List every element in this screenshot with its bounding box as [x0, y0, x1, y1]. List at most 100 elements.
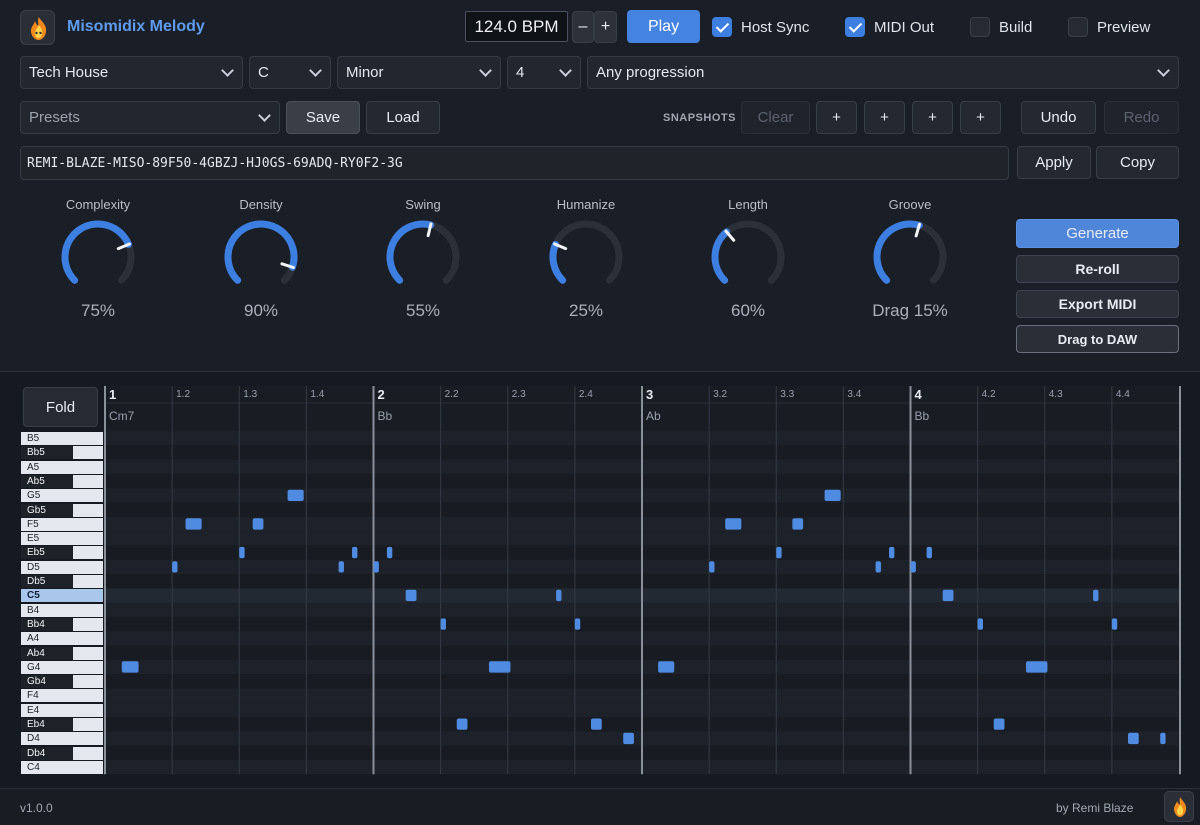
ruler-bar-label: 4 — [914, 387, 922, 402]
piano-key[interactable]: E4 — [21, 703, 103, 717]
piano-key-label: Gb5 — [27, 504, 46, 516]
piano-key[interactable]: Gb4 — [21, 675, 103, 689]
piano-key-label: E4 — [27, 704, 40, 716]
midi-note — [709, 561, 715, 573]
piano-key[interactable]: Eb5 — [21, 546, 103, 560]
piano-key-label: Bb5 — [27, 447, 45, 459]
piano-key[interactable]: Db5 — [21, 575, 103, 588]
piano-key[interactable]: A5 — [21, 460, 103, 474]
midi-note — [252, 518, 264, 530]
midi-note — [942, 589, 954, 602]
ruler-bar-label: 3 — [646, 387, 654, 402]
piano-key-label: Bb4 — [27, 618, 45, 630]
midi-note — [1111, 618, 1118, 630]
midi-note — [590, 718, 602, 730]
piano-key-label: B5 — [27, 433, 40, 444]
piano-key[interactable]: D5 — [21, 560, 103, 574]
midi-note — [172, 561, 178, 573]
piano-key-label: C5 — [27, 590, 40, 602]
ruler-beat-label: 2.2 — [444, 389, 459, 400]
piano-key[interactable]: G4 — [21, 660, 103, 674]
midi-note — [386, 546, 393, 559]
midi-note — [1127, 732, 1139, 745]
ruler-beat-label: 3.4 — [847, 389, 862, 400]
piano-key-label: G5 — [27, 490, 41, 502]
midi-note — [725, 518, 742, 530]
piano-key-label: G4 — [27, 661, 41, 673]
midi-note — [623, 732, 634, 745]
midi-note — [792, 518, 804, 530]
piano-key-label: Eb5 — [27, 547, 45, 559]
piano-key-label: Eb4 — [27, 719, 45, 730]
piano-key[interactable]: F5 — [21, 517, 103, 531]
piano-key[interactable]: C4 — [21, 760, 103, 774]
midi-note — [239, 546, 245, 559]
midi-note — [287, 489, 304, 501]
ruler-beat-label: 3.2 — [713, 389, 728, 400]
chord-label: Bb — [377, 409, 393, 423]
piano-key-label: E5 — [27, 533, 40, 545]
piano-key-label: Ab5 — [27, 475, 45, 487]
midi-note — [488, 661, 511, 673]
piano-roll-grid[interactable] — [0, 0, 1200, 825]
piano-key[interactable]: Bb5 — [21, 446, 103, 460]
midi-note — [574, 618, 581, 630]
ruler-beat-label: 4.4 — [1115, 389, 1130, 400]
ruler-beat-label: 1.3 — [243, 389, 258, 400]
piano-key[interactable]: G5 — [21, 489, 103, 503]
piano-key[interactable]: C5 — [21, 589, 103, 603]
piano-key[interactable]: Bb4 — [21, 617, 103, 631]
piano-key[interactable]: Db4 — [21, 746, 103, 760]
chord-label: Cm7 — [109, 409, 135, 423]
midi-note — [910, 561, 916, 573]
piano-key-label: F5 — [27, 518, 39, 530]
midi-note — [926, 546, 932, 559]
chord-label: Ab — [646, 409, 661, 423]
piano-key-label: A5 — [27, 461, 40, 473]
midi-note — [889, 546, 895, 559]
ruler-beat-label: 2.4 — [578, 389, 593, 400]
midi-note — [875, 561, 881, 573]
ruler-beat-label: 4.3 — [1048, 389, 1063, 400]
piano-key[interactable]: E5 — [21, 532, 103, 546]
piano-key-label: B4 — [27, 604, 40, 616]
midi-note — [1093, 589, 1099, 602]
ruler-beat-label: 3.3 — [780, 389, 795, 400]
piano-key[interactable]: Eb4 — [21, 718, 103, 731]
piano-key-label: Db4 — [27, 747, 46, 759]
midi-note — [1160, 732, 1166, 745]
piano-key[interactable]: B4 — [21, 603, 103, 617]
midi-note — [1025, 661, 1048, 673]
midi-note — [977, 618, 983, 630]
ruler-bar-label: 1 — [109, 387, 117, 402]
midi-note — [185, 518, 202, 530]
midi-note — [824, 489, 841, 501]
midi-note — [556, 589, 562, 602]
midi-note — [658, 661, 675, 673]
author-label: by Remi Blaze — [1056, 801, 1134, 815]
piano-key[interactable]: Ab5 — [21, 474, 103, 488]
piano-key-label: D4 — [27, 733, 40, 745]
piano-key-label: C4 — [27, 761, 40, 773]
footer — [0, 788, 1200, 825]
midi-note — [338, 561, 344, 573]
piano-key-label: A4 — [27, 633, 40, 645]
ruler-bar-label: 2 — [377, 387, 385, 402]
ruler-beat-label: 2.3 — [511, 389, 526, 400]
piano-key[interactable]: Ab4 — [21, 646, 103, 660]
midi-note — [993, 718, 1005, 730]
midi-note — [352, 546, 358, 559]
midi-note — [456, 718, 468, 730]
piano-key[interactable]: Gb5 — [21, 503, 103, 517]
midi-note — [121, 661, 139, 673]
piano-key-label: Ab4 — [27, 647, 45, 659]
ruler-beat-label: 1.2 — [176, 389, 191, 400]
piano-key[interactable]: B5 — [21, 432, 103, 445]
midi-note — [405, 589, 417, 602]
piano-key[interactable]: F4 — [21, 689, 103, 703]
piano-key[interactable]: A4 — [21, 632, 103, 646]
flame-logo-icon — [1164, 791, 1194, 822]
midi-note — [440, 618, 446, 630]
midi-note — [373, 561, 379, 573]
piano-key[interactable]: D4 — [21, 732, 103, 746]
